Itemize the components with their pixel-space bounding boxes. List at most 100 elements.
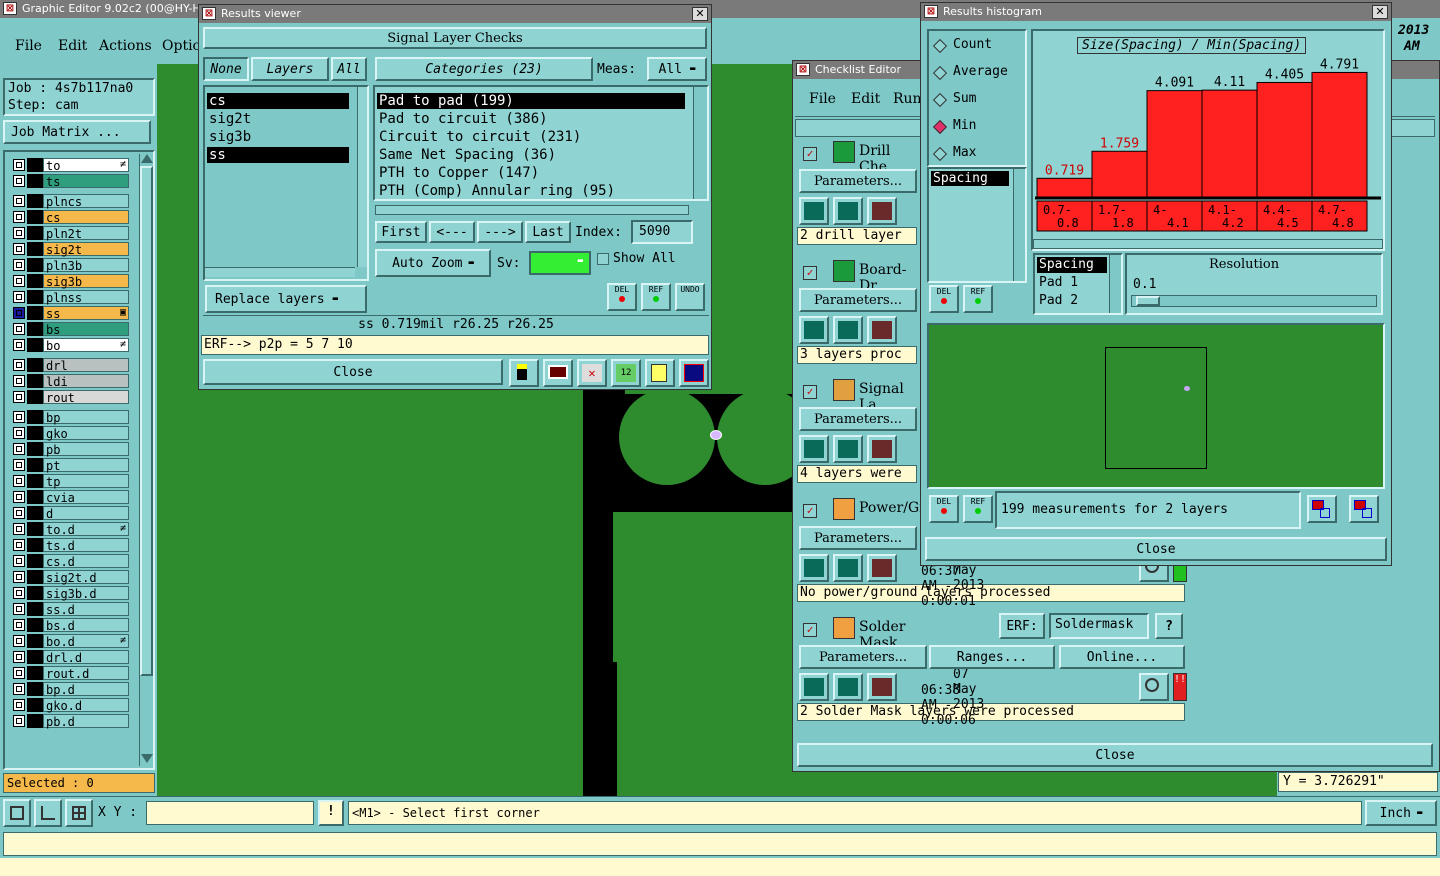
hist-close-button[interactable]: Close (925, 537, 1387, 561)
hist-ref2-button[interactable]: REF (963, 495, 993, 523)
run-all-icon[interactable] (833, 435, 863, 463)
layer-checkbox[interactable] (13, 603, 25, 615)
window-menu-icon[interactable]: ⊠ (924, 5, 938, 18)
layer-row[interactable]: ts.d (11, 538, 129, 553)
run-all-icon[interactable] (833, 316, 863, 344)
layer-row[interactable]: d (11, 506, 129, 521)
undo-button[interactable]: UNDO (675, 283, 705, 311)
layer-row[interactable]: pb (11, 442, 129, 457)
hist-ref-button[interactable]: REF (963, 285, 993, 313)
next-button[interactable]: ---> (477, 221, 523, 243)
pad-list-item[interactable]: Pad 1 (1037, 275, 1107, 291)
layer-checkbox[interactable] (13, 571, 25, 583)
checklist-item-checkbox[interactable]: ✓ (803, 623, 817, 637)
layer-checkbox[interactable] (13, 391, 25, 403)
ranges-button[interactable]: Ranges... (929, 645, 1055, 669)
layer-row[interactable]: pln3b (11, 258, 129, 273)
layer-row[interactable]: pt (11, 458, 129, 473)
histogram-bar[interactable] (1256, 81, 1313, 198)
run-all-icon[interactable] (833, 554, 863, 582)
layer-checkbox[interactable] (13, 587, 25, 599)
show-icon[interactable] (543, 359, 573, 387)
index-input[interactable]: 5090 (631, 220, 693, 244)
category-item[interactable]: Pad to pad (199) (377, 93, 685, 109)
scroll-thumb[interactable] (140, 166, 153, 676)
command-line[interactable] (3, 832, 1437, 856)
layer-checkbox[interactable] (13, 523, 25, 535)
layer-row[interactable]: cs.d (11, 554, 129, 569)
parameters-button[interactable]: Parameters... (799, 526, 917, 550)
layer-row[interactable]: drl (11, 358, 129, 373)
ce-menu-edit[interactable]: Edit (851, 91, 880, 107)
categories-scroll[interactable] (693, 87, 707, 199)
help-button[interactable]: ? (1155, 613, 1183, 639)
menu-edit[interactable]: Edit (58, 38, 87, 54)
erf-value[interactable]: Soldermask (1049, 613, 1149, 639)
rv-layer-item[interactable]: sig2t (207, 111, 349, 127)
highlight-icon[interactable] (509, 359, 539, 387)
layers-button[interactable]: Layers (251, 57, 329, 81)
layer-checkbox[interactable] (13, 211, 25, 223)
checklist-item-checkbox[interactable]: ✓ (803, 504, 817, 518)
layer-checkbox[interactable] (13, 475, 25, 487)
mode-radio-min[interactable]: Min (932, 118, 1023, 136)
resolution-slider-thumb[interactable] (1136, 296, 1160, 306)
layer-row[interactable]: ss.d (11, 602, 129, 617)
replace-layers-dropdown[interactable]: Replace layers ▬ (205, 285, 367, 313)
layer-row[interactable]: to.d ≠ (11, 522, 129, 537)
rv-layer-scroll[interactable] (357, 87, 367, 267)
parameters-button[interactable]: Parameters... (799, 645, 927, 669)
run-all-icon[interactable] (833, 197, 863, 225)
histogram-bar[interactable] (1036, 177, 1093, 198)
layer-row[interactable]: sig3b.d (11, 586, 129, 601)
layer-row[interactable]: bo.d ≠ (11, 634, 129, 649)
zoom-out-icon[interactable] (1349, 495, 1379, 523)
run-all-icon[interactable] (833, 673, 863, 701)
layer-row[interactable]: gko (11, 426, 129, 441)
parameters-button[interactable]: Parameters... (799, 407, 917, 431)
show-all-checkbox[interactable] (597, 253, 609, 265)
run-check-icon[interactable] (799, 673, 829, 701)
run-check-icon[interactable] (799, 197, 829, 225)
resolution-slider[interactable] (1131, 295, 1377, 307)
close-icon[interactable]: ✕ (1372, 5, 1388, 19)
scroll-up-arrow-icon[interactable] (141, 154, 153, 163)
layer-checkbox[interactable] (13, 275, 25, 287)
mode-radio-average[interactable]: Average (932, 64, 1023, 82)
layer-checkbox[interactable] (13, 491, 25, 503)
mode-radio-max[interactable]: Max (932, 145, 1023, 163)
layer-checkbox[interactable] (13, 507, 25, 519)
category-item[interactable]: Same Net Spacing (36) (377, 147, 685, 163)
erf-button[interactable]: ERF: (999, 613, 1045, 639)
layer-row[interactable]: pb.d (11, 714, 129, 729)
rv-layer-item[interactable]: cs (207, 93, 349, 109)
del-button[interactable]: DEL (607, 283, 637, 311)
checklist-item-name[interactable]: Power/Gr (859, 500, 926, 516)
stop-check-icon[interactable] (867, 197, 897, 225)
ce-menu-file[interactable]: File (809, 91, 836, 107)
numbering-icon[interactable]: 12 (611, 359, 641, 387)
scroll-down-arrow-icon[interactable] (141, 754, 153, 763)
layer-row[interactable]: cvia (11, 490, 129, 505)
categories-hscroll[interactable] (375, 205, 689, 215)
info-icon[interactable]: ! (318, 800, 344, 826)
checklist-item-checkbox[interactable]: ✓ (803, 147, 817, 161)
mode-radio-count[interactable]: Count (932, 37, 1023, 55)
meas-dropdown[interactable]: All ▬ (647, 57, 707, 81)
rv-layer-list[interactable]: cs sig2t sig3b ss (203, 85, 369, 281)
layer-checkbox[interactable] (13, 459, 25, 471)
window-menu-icon[interactable]: ⊠ (202, 7, 216, 20)
xy-input[interactable] (146, 801, 314, 825)
menu-actions[interactable]: Actions (99, 38, 152, 54)
layer-checkbox[interactable] (13, 699, 25, 711)
layer-row[interactable]: ldi (11, 374, 129, 389)
rv-layer-hscroll[interactable] (205, 267, 355, 277)
histogram-bar[interactable] (1201, 89, 1258, 198)
measure-tool-icon[interactable] (34, 799, 62, 827)
layer-checkbox[interactable] (13, 539, 25, 551)
none-button[interactable]: None (203, 57, 249, 81)
categories-button[interactable]: Categories (23) (375, 57, 593, 81)
first-button[interactable]: First (375, 221, 427, 243)
run-check-icon[interactable] (799, 435, 829, 463)
category-item[interactable]: Circuit to circuit (231) (377, 129, 685, 145)
